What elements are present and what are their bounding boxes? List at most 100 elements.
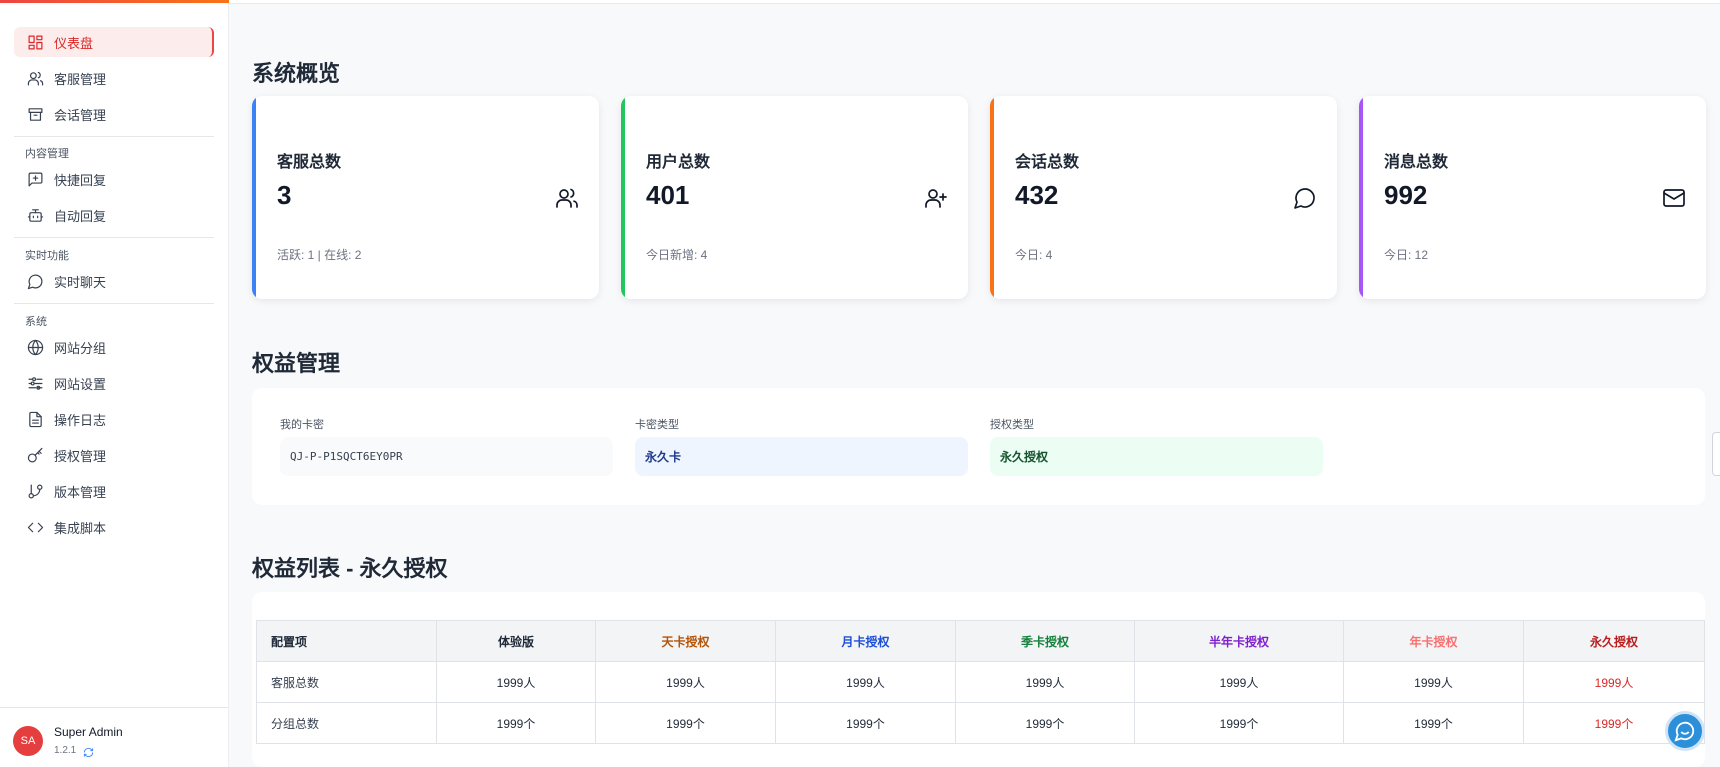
sidebar-item-label: 快捷回复: [54, 172, 107, 188]
rights-title: 权益管理: [252, 351, 341, 376]
table-cell: 1999个: [436, 702, 596, 744]
globe-icon: [26, 338, 44, 356]
table-cell: 1999个: [955, 702, 1135, 744]
column-header: 永久授权: [1523, 620, 1705, 662]
mail-icon: [1662, 186, 1686, 210]
sidebar-accent-bar: [0, 0, 229, 3]
table-cell: 1999人: [436, 661, 596, 703]
table-row: 分组总数 1999个 1999个 1999个 1999个 1999个 1999个…: [256, 702, 1705, 744]
card-type-field: 永久卡: [635, 437, 968, 476]
key-icon: [26, 446, 44, 464]
bot-icon: [26, 206, 44, 224]
rights-table-panel: 配置项 体验版 天卡授权 月卡授权 季卡授权 半年卡授权 年卡授权 永久授权 客…: [252, 592, 1705, 767]
table-cell: 1999人: [1343, 661, 1524, 703]
table-cell: 1999个: [595, 702, 776, 744]
sidebar-item-site-groups[interactable]: 网站分组: [14, 332, 214, 362]
stat-subtext: 活跃: 1 | 在线: 2: [277, 248, 362, 262]
stat-value: 992: [1384, 180, 1428, 210]
sidebar-item-label: 仪表盘: [54, 35, 94, 51]
file-text-icon: [26, 410, 44, 428]
sidebar-item-dashboard[interactable]: 仪表盘: [14, 27, 214, 57]
archive-icon: [26, 105, 44, 123]
table-cell: 1999个: [1343, 702, 1524, 744]
top-bar: [229, 0, 1720, 4]
column-header: 年卡授权: [1343, 620, 1524, 662]
user-plus-icon: [924, 186, 948, 210]
sidebar-item-label: 实时聊天: [54, 274, 107, 290]
card-type-label: 卡密类型: [635, 419, 679, 431]
sidebar-item-versions[interactable]: 版本管理: [14, 476, 214, 506]
card-accent: [252, 96, 256, 299]
sidebar-item-site-settings[interactable]: 网站设置: [14, 368, 214, 398]
stat-card-sessions: 会话总数 432 今日: 4: [990, 96, 1337, 299]
chat-icon: [1293, 186, 1317, 210]
table-cell: 1999人: [595, 661, 776, 703]
sidebar-item-label: 自动回复: [54, 208, 107, 224]
stat-value: 3: [277, 180, 292, 210]
chat-widget-button[interactable]: [1665, 711, 1705, 751]
sidebar-item-label: 授权管理: [54, 448, 107, 464]
table-cell: 1999个: [1134, 702, 1344, 744]
stat-card-users: 用户总数 401 今日新增: 4: [621, 96, 968, 299]
sidebar-item-quick-reply[interactable]: 快捷回复: [14, 164, 214, 194]
refresh-icon[interactable]: [83, 745, 94, 758]
users-icon: [26, 69, 44, 87]
stat-value: 401: [646, 180, 690, 210]
auth-type-field: 永久授权: [990, 437, 1323, 476]
sidebar-item-label: 网站分组: [54, 340, 107, 356]
sidebar-item-scripts[interactable]: 集成脚本: [14, 512, 214, 542]
column-header: 半年卡授权: [1134, 620, 1344, 662]
sidebar-item-agents[interactable]: 客服管理: [14, 63, 214, 93]
user-profile[interactable]: SA Super Admin 1.2.1: [0, 707, 229, 767]
rights-table-title: 权益列表 - 永久授权: [252, 556, 448, 581]
section-label-content: 内容管理: [25, 148, 69, 160]
card-key-label: 我的卡密: [280, 419, 324, 431]
sidebar: 仪表盘 客服管理 会话管理 内容管理 快捷回复 自动回复 实时功能 实时聊天 系…: [0, 0, 229, 767]
user-name: Super Admin: [54, 725, 123, 739]
message-plus-icon: [26, 170, 44, 188]
overview-title: 系统概览: [252, 61, 341, 86]
avatar[interactable]: SA: [13, 726, 43, 756]
side-drawer-handle[interactable]: [1712, 432, 1720, 476]
stat-card-agents: 客服总数 3 活跃: 1 | 在线: 2: [252, 96, 599, 299]
table-cell: 1999人: [955, 661, 1135, 703]
table-cell: 1999人: [775, 661, 956, 703]
rights-panel: 我的卡密 QJ-P-P1SQCT6EY0PR 卡密类型 永久卡 授权类型 永久授…: [252, 388, 1705, 505]
rights-table: 配置项 体验版 天卡授权 月卡授权 季卡授权 半年卡授权 年卡授权 永久授权 客…: [256, 620, 1705, 744]
table-cell: 1999人: [1134, 661, 1344, 703]
column-header: 体验版: [436, 620, 596, 662]
card-key-field[interactable]: QJ-P-P1SQCT6EY0PR: [280, 437, 613, 476]
sidebar-item-license[interactable]: 授权管理: [14, 440, 214, 470]
card-accent: [621, 96, 625, 299]
column-header: 配置项: [256, 620, 437, 662]
sidebar-item-live-chat[interactable]: 实时聊天: [14, 266, 214, 296]
sidebar-item-auto-reply[interactable]: 自动回复: [14, 200, 214, 230]
stat-card-messages: 消息总数 992 今日: 12: [1359, 96, 1706, 299]
sidebar-item-sessions[interactable]: 会话管理: [14, 99, 214, 129]
divider: [14, 237, 214, 238]
table-cell: 1999个: [775, 702, 956, 744]
section-label-system: 系统: [25, 316, 47, 328]
sidebar-item-label: 客服管理: [54, 71, 107, 87]
table-cell: 分组总数: [256, 702, 437, 744]
stat-subtext: 今日: 12: [1384, 248, 1429, 262]
table-cell: 客服总数: [256, 661, 437, 703]
git-branch-icon: [26, 482, 44, 500]
stat-label: 用户总数: [646, 154, 711, 171]
code-icon: [26, 518, 44, 536]
table-header-row: 配置项 体验版 天卡授权 月卡授权 季卡授权 半年卡授权 年卡授权 永久授权: [256, 620, 1705, 662]
app-version: 1.2.1: [54, 745, 77, 756]
table-cell: 1999人: [1523, 661, 1705, 703]
sidebar-item-label: 集成脚本: [54, 520, 107, 536]
sliders-icon: [26, 374, 44, 392]
stat-label: 会话总数: [1015, 154, 1080, 171]
card-accent: [990, 96, 994, 299]
dashboard-icon: [26, 33, 44, 51]
users-icon: [555, 186, 579, 210]
card-accent: [1359, 96, 1363, 299]
auth-type-label: 授权类型: [990, 419, 1034, 431]
stat-label: 客服总数: [277, 154, 342, 171]
sidebar-item-operation-log[interactable]: 操作日志: [14, 404, 214, 434]
sidebar-item-label: 网站设置: [54, 376, 107, 392]
column-header: 天卡授权: [595, 620, 776, 662]
